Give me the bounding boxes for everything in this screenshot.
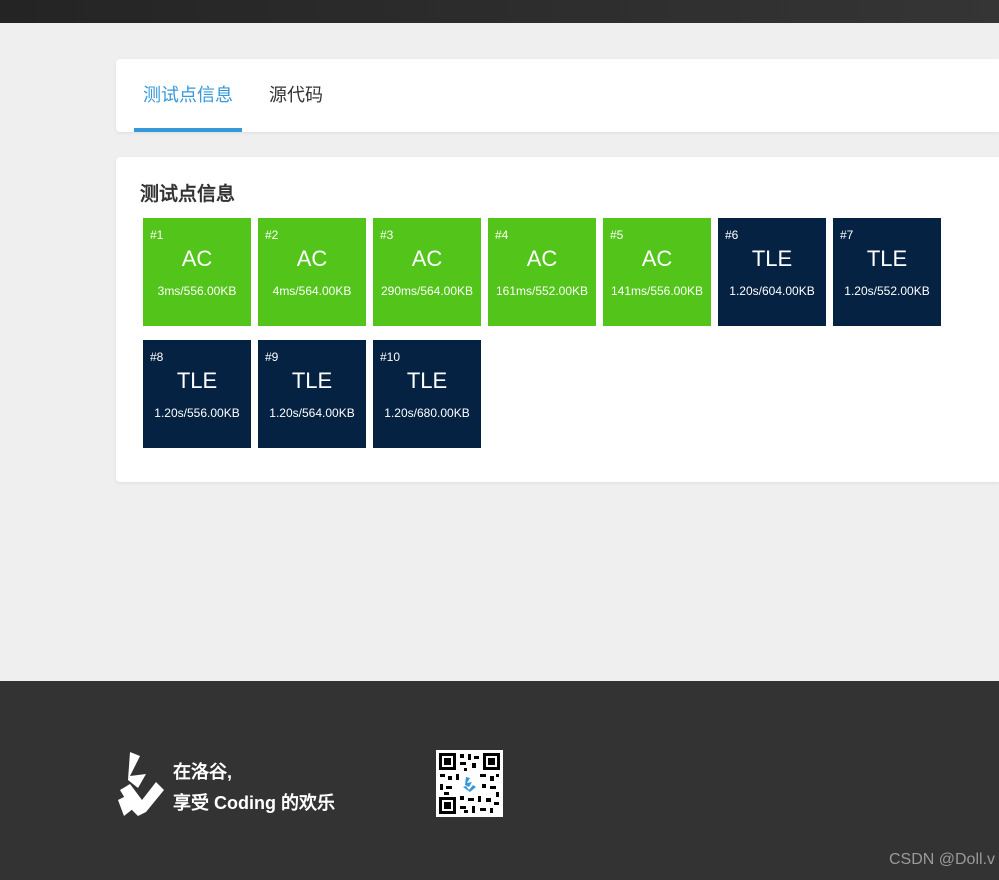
testcase-number: #7 <box>840 228 854 242</box>
testcase-detail: 1.20s/564.00KB <box>269 406 355 420</box>
testcase-status: TLE <box>176 368 218 393</box>
section-title: 测试点信息 <box>140 184 236 205</box>
testcase-detail: 3ms/556.00KB <box>157 284 237 298</box>
testcase-detail: 1.20s/556.00KB <box>154 406 240 420</box>
testcase-detail: 1.20s/552.00KB <box>844 284 930 298</box>
csdn-watermark: CSDN @Doll.v <box>888 851 995 868</box>
testcase-box[interactable]: #6 TLE 1.20s/604.00KB <box>718 218 826 326</box>
testcase-box[interactable]: #3 AC 290ms/564.00KB <box>373 218 481 326</box>
slogan-line-1: 在洛谷, <box>173 762 233 782</box>
testcase-box[interactable]: #7 TLE 1.20s/552.00KB <box>833 218 941 326</box>
testcase-detail: 141ms/556.00KB <box>610 284 704 298</box>
tab-testcase-info[interactable]: 测试点信息 <box>134 59 242 132</box>
top-navbar <box>0 0 999 23</box>
luogu-logo-icon <box>118 752 164 816</box>
testcase-number: #5 <box>610 228 624 242</box>
tab-source-code[interactable]: 源代码 <box>260 59 332 132</box>
testcase-status: AC <box>181 246 213 271</box>
footer-slogan: 在洛谷, 享受 Coding 的欢乐 <box>173 757 335 819</box>
testcase-status: TLE <box>866 246 908 271</box>
testcase-status: AC <box>411 246 443 271</box>
testcase-status: AC <box>296 246 328 271</box>
testcase-detail: 1.20s/680.00KB <box>384 406 470 420</box>
testcase-number: #2 <box>265 228 279 242</box>
testcase-box[interactable]: #10 TLE 1.20s/680.00KB <box>373 340 481 448</box>
testcase-number: #4 <box>495 228 509 242</box>
testcase-box[interactable]: #2 AC 4ms/564.00KB <box>258 218 366 326</box>
testcase-number: #6 <box>725 228 739 242</box>
testcase-status: TLE <box>291 368 333 393</box>
testcase-status: TLE <box>751 246 793 271</box>
testcase-panel: 测试点信息 #1 AC 3ms/556.00KB #2 AC 4ms/564.00KB #3… <box>116 157 999 482</box>
testcase-detail: 290ms/564.00KB <box>380 284 474 298</box>
testcase-number: #3 <box>380 228 394 242</box>
testcase-detail: 161ms/552.00KB <box>495 284 589 298</box>
testcase-number: #1 <box>150 228 164 242</box>
testcase-number: #9 <box>265 350 279 364</box>
footer: 在洛谷, 享受 Coding 的欢乐 CSDN @Doll.v <box>0 681 999 880</box>
testcase-number: #8 <box>150 350 164 364</box>
qr-code-icon <box>436 750 503 817</box>
testcase-box[interactable]: #1 AC 3ms/556.00KB <box>143 218 251 326</box>
tabs-card: 测试点信息 源代码 <box>116 59 999 132</box>
testcase-box[interactable]: #5 AC 141ms/556.00KB <box>603 218 711 326</box>
slogan-line-2: 享受 Coding 的欢乐 <box>173 793 335 813</box>
testcase-box[interactable]: #4 AC 161ms/552.00KB <box>488 218 596 326</box>
testcase-number: #10 <box>380 350 401 364</box>
testcase-detail: 1.20s/604.00KB <box>729 284 815 298</box>
testcase-status: AC <box>526 246 558 271</box>
testcase-status: AC <box>641 246 673 271</box>
testcase-detail: 4ms/564.00KB <box>272 284 352 298</box>
testcase-status: TLE <box>406 368 448 393</box>
testcase-box[interactable]: #9 TLE 1.20s/564.00KB <box>258 340 366 448</box>
testcase-box[interactable]: #8 TLE 1.20s/556.00KB <box>143 340 251 448</box>
